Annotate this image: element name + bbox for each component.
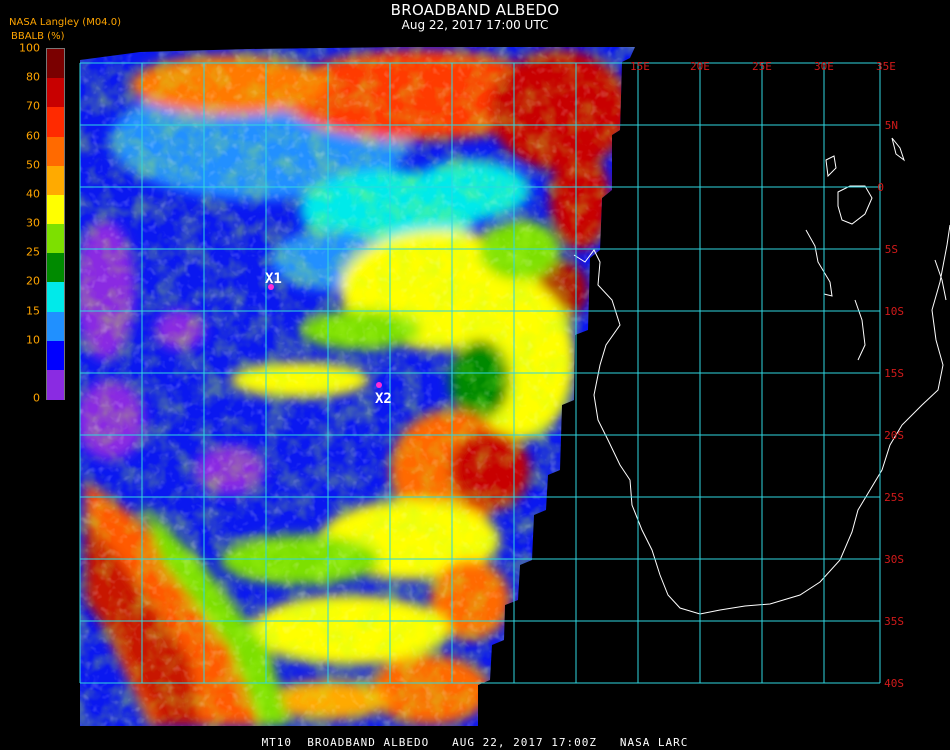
lon-label: 30E <box>814 60 834 73</box>
colorbar-segment <box>47 253 64 284</box>
colorbar-segment <box>47 165 64 196</box>
colorbar-segment <box>47 194 64 225</box>
colorbar-tick-label: 40 <box>26 187 40 201</box>
colorbar-segment <box>47 311 64 342</box>
lat-label: 20S <box>884 429 904 442</box>
colorbar <box>46 48 65 400</box>
marker-x1-label: X1 <box>265 271 282 287</box>
lon-label: 15E <box>630 60 650 73</box>
marker-x2-label: X2 <box>375 391 392 407</box>
source-label: NASA Langley (M04.0) <box>9 17 121 28</box>
colorbar-tick-label: 15 <box>26 304 40 317</box>
lat-label: 15S <box>884 367 904 380</box>
colorbar-segment <box>47 78 64 109</box>
map-title: BROADBAND ALBEDO <box>390 1 560 19</box>
colorbar-tick-label: 60 <box>26 129 40 142</box>
colorbar-tick-label: 80 <box>26 70 40 84</box>
lon-label: 25E <box>752 60 772 73</box>
colorbar-segment <box>47 107 64 138</box>
colorbar-tick-label: 25 <box>26 245 40 259</box>
colorbar-segment <box>47 49 64 79</box>
lat-label: 5N <box>885 119 898 132</box>
lat-label: 10S <box>884 305 904 318</box>
colorbar-segment <box>47 136 64 167</box>
marker-x2-dot <box>376 382 382 388</box>
lon-label: 20E <box>690 60 710 73</box>
colorbar-tick-label: 100 <box>19 41 40 55</box>
lat-label: 0 <box>877 181 884 194</box>
colorbar-tick-label: 20 <box>26 274 40 288</box>
lat-label: 35S <box>884 615 904 628</box>
colorbar-segment <box>47 224 64 254</box>
lat-label: 40S <box>884 677 904 690</box>
colorbar-segment <box>47 369 64 400</box>
lat-label: 25S <box>884 491 904 504</box>
map-timestamp: Aug 22, 2017 17:00 UTC <box>401 18 549 32</box>
lat-label: 5S <box>885 243 898 256</box>
albedo-map: 15E 20E 25E 30E 35E 5N 0 5S 10S 15S 20S … <box>79 47 950 726</box>
colorbar-segment <box>47 340 64 371</box>
colorbar-segment <box>47 282 64 313</box>
colorbar-tick-label: 0 <box>33 391 40 405</box>
colorbar-tick-label: 50 <box>26 158 40 172</box>
colorbar-tick-label: 70 <box>26 99 40 113</box>
lat-label: 30S <box>884 553 904 566</box>
colorbar-tick-label: 30 <box>26 216 40 230</box>
lon-label: 35E <box>876 60 896 73</box>
footer-caption: MT10 BROADBAND ALBEDO AUG 22, 2017 17:00… <box>261 736 689 749</box>
colorbar-tick-label: 10 <box>26 333 40 347</box>
satellite-swath <box>80 47 635 726</box>
colorbar-label: BBALB (%) <box>11 31 65 42</box>
